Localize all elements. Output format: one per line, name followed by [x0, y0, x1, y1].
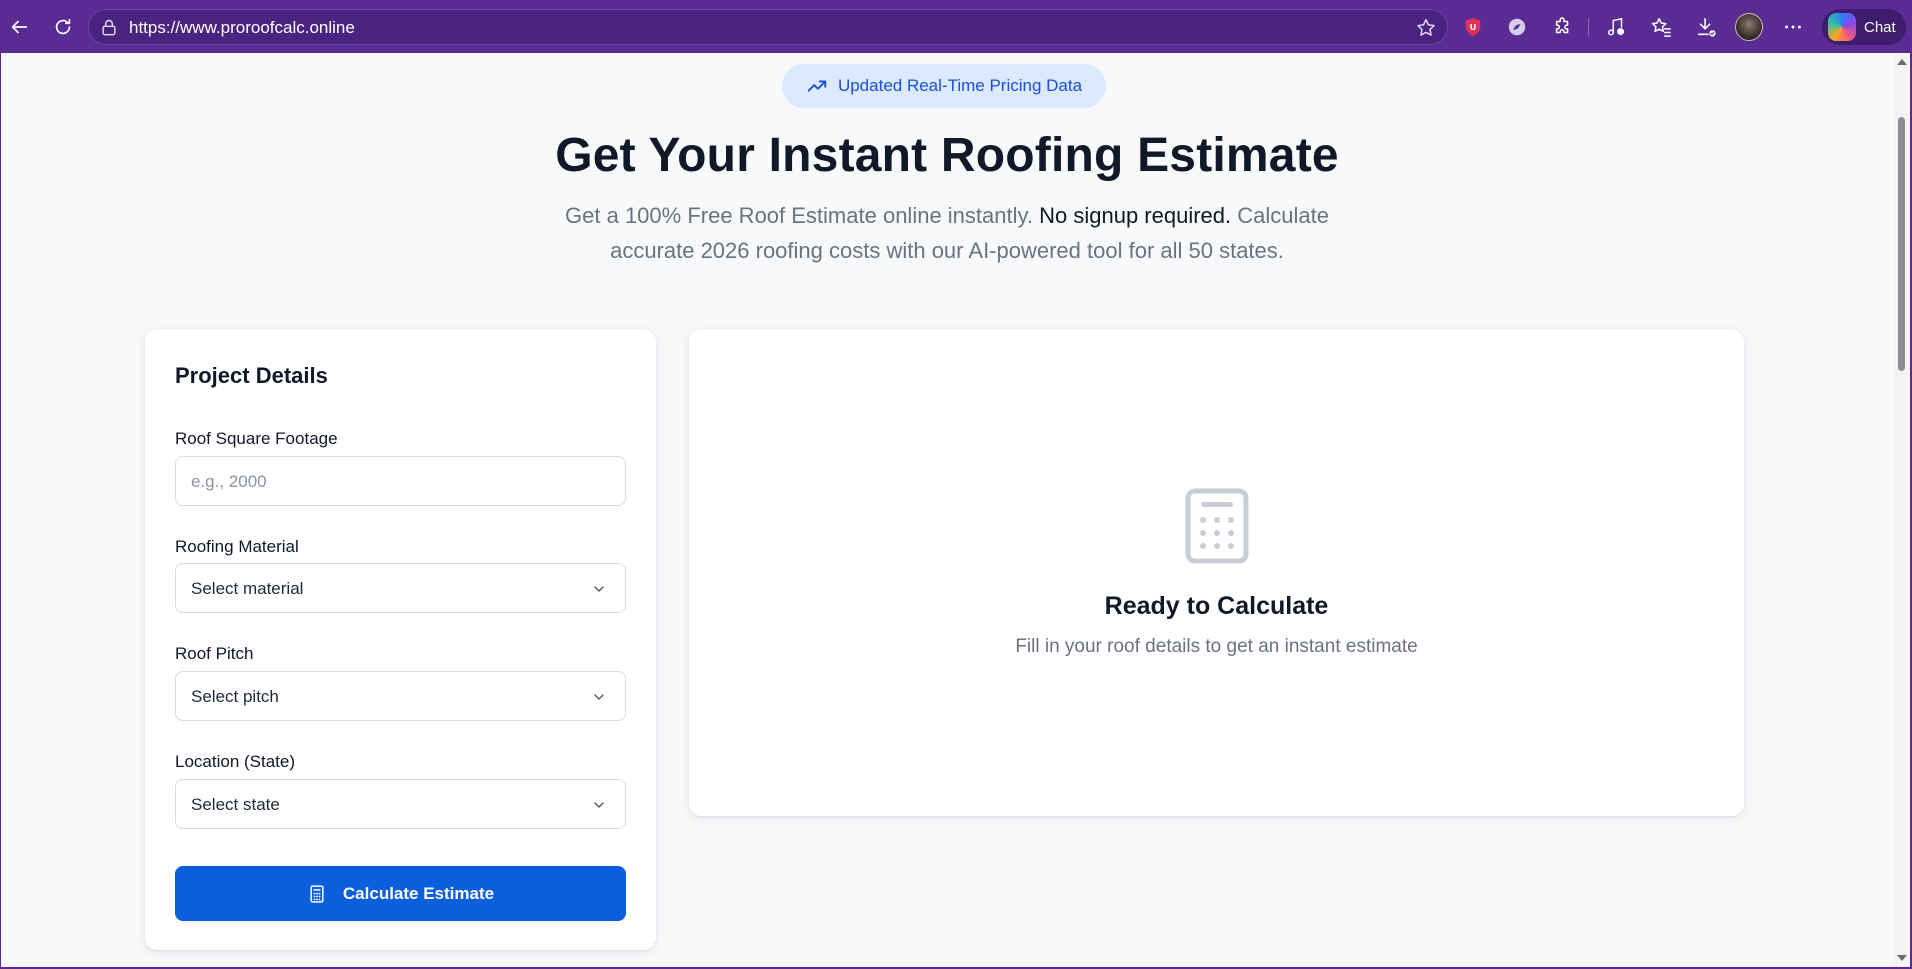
page-scrollbar[interactable] [1893, 53, 1910, 967]
result-subtitle: Fill in your roof details to get an inst… [1015, 636, 1418, 657]
project-details-card: Project Details Roof Square Footage e.g.… [145, 330, 656, 950]
scroll-up-arrow-icon[interactable] [1897, 59, 1907, 65]
copilot-chat-button[interactable]: Chat [1822, 9, 1906, 45]
subtitle-intro: Get a 100% Free Roof Estimate online ins… [565, 203, 1033, 228]
pricing-badge-label: Updated Real-Time Pricing Data [837, 76, 1083, 95]
calculator-icon [310, 884, 324, 903]
browser-toolbar: https://www.proroofcalc.online U Chat [0, 0, 1912, 53]
state-select[interactable]: Select state [175, 779, 626, 829]
favorites-icon[interactable] [1647, 13, 1675, 41]
form-title: Project Details [175, 363, 328, 388]
material-selected: Select material [191, 579, 304, 598]
svg-text:U: U [1470, 22, 1477, 32]
lock-icon [102, 19, 116, 36]
result-title: Ready to Calculate [1104, 592, 1329, 620]
chevron-down-icon [594, 694, 604, 700]
extensions-puzzle-icon[interactable] [1549, 13, 1577, 41]
scrollbar-thumb[interactable] [1898, 117, 1905, 371]
ublock-shield-icon[interactable]: U [1459, 13, 1487, 41]
calculate-button-label: Calculate Estimate [342, 883, 495, 903]
square-footage-input[interactable]: e.g., 2000 [175, 456, 626, 506]
toolbar-divider [1588, 18, 1589, 36]
pricing-badge: Updated Real-Time Pricing Data [782, 64, 1106, 108]
page-viewport: Updated Real-Time Pricing Data Get Your … [1, 53, 1893, 967]
page-subtitle: Get a 100% Free Roof Estimate online ins… [547, 198, 1347, 268]
copilot-icon [1828, 13, 1856, 41]
url-text[interactable]: https://www.proroofcalc.online [129, 18, 355, 38]
refresh-icon[interactable] [48, 12, 78, 42]
scroll-down-arrow-icon[interactable] [1897, 955, 1907, 961]
state-label: Location (State) [175, 752, 296, 771]
back-icon[interactable] [4, 12, 34, 42]
chevron-down-icon [594, 802, 604, 808]
square-footage-label: Roof Square Footage [175, 429, 338, 448]
calculate-estimate-button[interactable]: Calculate Estimate [175, 866, 626, 921]
material-select[interactable]: Select material [175, 563, 626, 613]
media-music-icon[interactable] [1602, 13, 1630, 41]
more-menu-icon[interactable] [1779, 13, 1807, 41]
pitch-label: Roof Pitch [175, 644, 254, 663]
state-selected: Select state [191, 795, 280, 814]
extension-circle-icon[interactable] [1503, 13, 1531, 41]
page-title: Get Your Instant Roofing Estimate [555, 129, 1339, 182]
subtitle-emphasis: No signup required. [1039, 203, 1232, 228]
downloads-icon[interactable] [1692, 13, 1720, 41]
chat-button-label: Chat [1864, 18, 1896, 36]
square-footage-placeholder: e.g., 2000 [191, 472, 267, 491]
material-label: Roofing Material [175, 537, 299, 556]
address-bar[interactable]: https://www.proroofcalc.online [88, 9, 1448, 45]
result-card: Ready to Calculate Fill in your roof det… [689, 330, 1744, 816]
pitch-selected: Select pitch [191, 687, 279, 706]
trending-up-icon [807, 80, 827, 92]
chevron-down-icon [594, 586, 604, 592]
pitch-select[interactable]: Select pitch [175, 671, 626, 721]
profile-avatar[interactable] [1735, 13, 1763, 41]
calculator-icon [1185, 488, 1249, 564]
favorite-star-icon[interactable] [1415, 17, 1437, 39]
